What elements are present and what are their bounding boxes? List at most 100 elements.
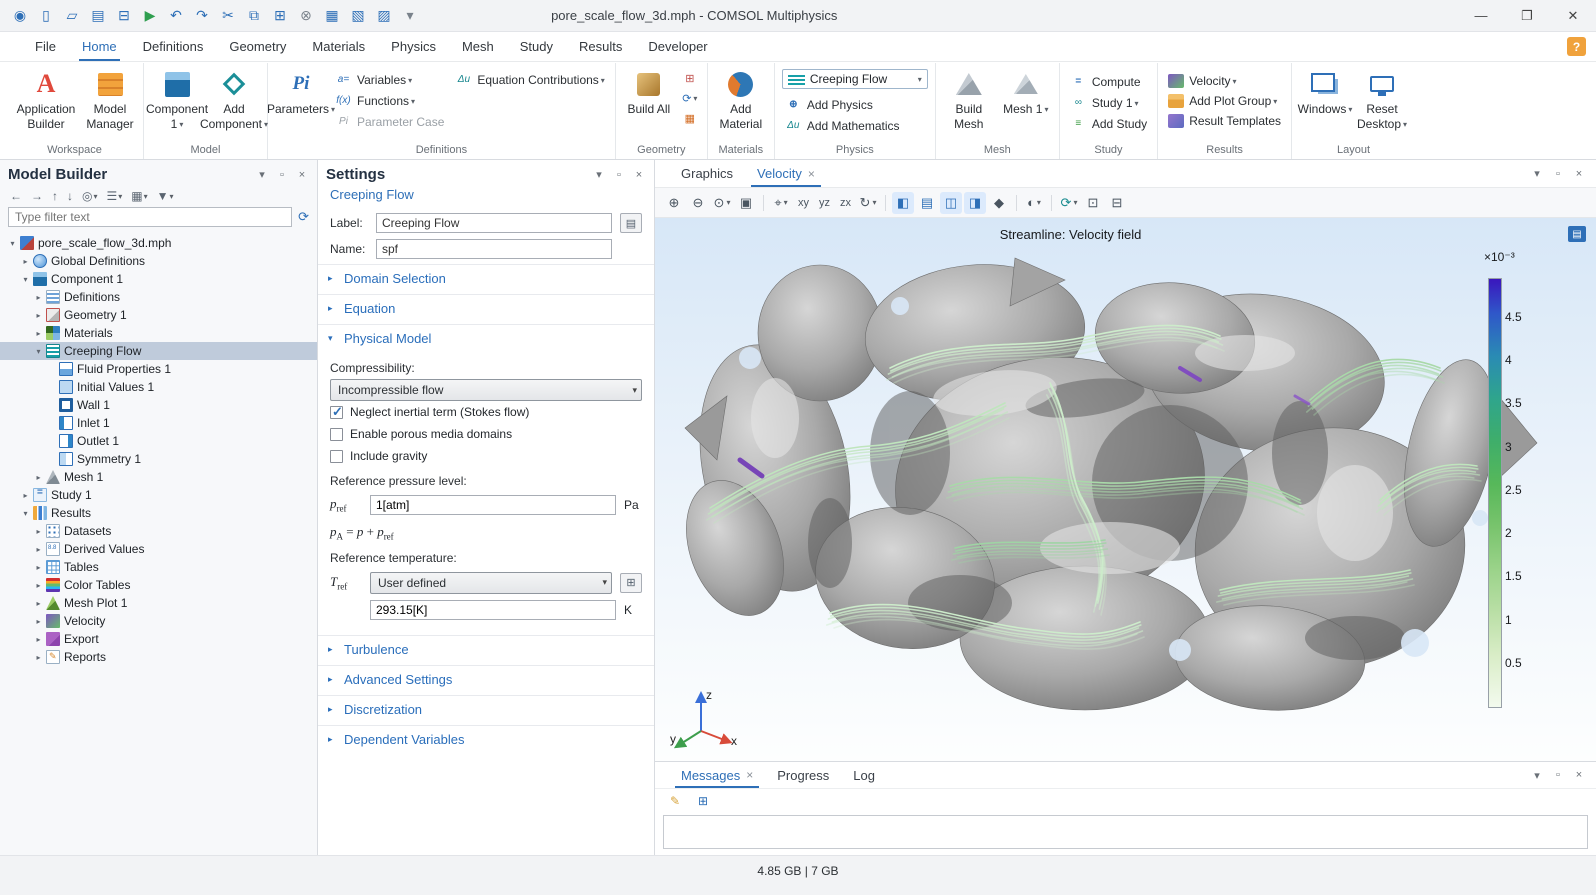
move-up-icon[interactable] — [52, 189, 58, 203]
plot-properties-icon[interactable]: ▤ — [1568, 226, 1586, 242]
tree-item-velocity[interactable]: ▸Velocity — [0, 612, 317, 630]
mesh1-button[interactable]: Mesh 1 — [1000, 65, 1052, 119]
back-icon[interactable] — [10, 189, 22, 203]
graphics-float-icon[interactable] — [1551, 167, 1565, 181]
show-icon[interactable]: ▾ — [82, 189, 98, 203]
component-button[interactable]: Component 1 — [151, 65, 203, 134]
tree-item-pore-scale-flow-3d-mph[interactable]: ▾pore_scale_flow_3d.mph — [0, 234, 317, 252]
tree-item-inlet-1[interactable]: Inlet 1 — [0, 414, 317, 432]
expand-arrow-icon[interactable]: ▸ — [32, 581, 45, 590]
study1-button[interactable]: Study 1 — [1067, 94, 1150, 111]
tree-item-mesh-plot-1[interactable]: ▸Mesh Plot 1 — [0, 594, 317, 612]
parameters-button[interactable]: Parameters — [275, 65, 327, 119]
settings-float-icon[interactable] — [612, 168, 626, 182]
delete-icon[interactable] — [294, 5, 318, 27]
edit-temperature-icon[interactable] — [620, 573, 642, 593]
tree-item-results[interactable]: ▾Results — [0, 504, 317, 522]
reset-desktop-button[interactable]: Reset Desktop — [1356, 65, 1408, 134]
run-icon[interactable] — [138, 5, 162, 27]
tab-log[interactable]: Log — [841, 762, 887, 788]
snapshot-icon[interactable] — [1082, 192, 1104, 214]
expand-arrow-icon[interactable]: ▸ — [32, 545, 45, 554]
view-zx-button[interactable]: zx — [836, 195, 855, 211]
menu-home[interactable]: Home — [69, 32, 130, 61]
default-view-icon[interactable] — [770, 192, 792, 214]
tree-item-geometry-1[interactable]: ▸Geometry 1 — [0, 306, 317, 324]
add-material-button[interactable]: Add Material — [715, 65, 767, 134]
update-plot-icon[interactable] — [1058, 192, 1080, 214]
go-to-view-icon[interactable] — [857, 192, 879, 214]
add-component-button[interactable]: Add Component — [208, 65, 260, 134]
environment-reflections-icon[interactable] — [940, 192, 962, 214]
filter-input[interactable] — [8, 207, 292, 227]
expand-arrow-icon[interactable]: ▸ — [32, 599, 45, 608]
collapse-arrow-icon[interactable]: ▾ — [32, 347, 45, 356]
table-avg-icon[interactable] — [372, 5, 396, 27]
tree-item-outlet-1[interactable]: Outlet 1 — [0, 432, 317, 450]
messages-float-icon[interactable] — [1551, 768, 1565, 782]
messages-close-icon[interactable] — [1572, 768, 1586, 782]
settings-close-icon[interactable] — [632, 168, 646, 182]
label-input[interactable] — [376, 213, 612, 233]
tree-item-mesh-1[interactable]: ▸Mesh 1 — [0, 468, 317, 486]
paste-icon[interactable] — [268, 5, 292, 27]
zoom-extents-icon[interactable] — [735, 192, 757, 214]
collapse-arrow-icon[interactable]: ▾ — [19, 275, 32, 284]
tree-item-study-1[interactable]: ▸Study 1 — [0, 486, 317, 504]
section-turbulence[interactable]: ▸ Turbulence — [318, 635, 654, 663]
minimize-button[interactable] — [1458, 0, 1504, 32]
panel-menu-icon[interactable] — [255, 168, 269, 182]
result-templates-button[interactable]: Result Templates — [1165, 113, 1284, 129]
ref-pressure-input[interactable] — [370, 495, 616, 515]
menu-study[interactable]: Study — [507, 32, 566, 61]
include-gravity-checkbox[interactable] — [330, 450, 343, 463]
add-mathematics-button[interactable]: Add Mathematics — [782, 117, 928, 134]
collapse-refresh-icon[interactable]: ⟳ — [298, 209, 309, 225]
velocity-plot-button[interactable]: Velocity — [1165, 73, 1284, 89]
section-advanced-settings[interactable]: ▸ Advanced Settings — [318, 665, 654, 693]
add-study-button[interactable]: Add Study — [1067, 115, 1150, 132]
tree-item-fluid-properties-1[interactable]: Fluid Properties 1 — [0, 360, 317, 378]
tree-item-derived-values[interactable]: ▸Derived Values — [0, 540, 317, 558]
compute-button[interactable]: Compute — [1067, 73, 1150, 90]
build-mesh-button[interactable]: Build Mesh — [943, 65, 995, 134]
delete-sequence-icon[interactable] — [680, 110, 700, 127]
undo-icon[interactable] — [164, 5, 188, 27]
zoom-box-icon[interactable] — [711, 192, 733, 214]
expand-arrow-icon[interactable]: ▸ — [32, 473, 45, 482]
zoom-in-icon[interactable] — [663, 192, 685, 214]
forward-icon[interactable] — [31, 189, 43, 203]
expand-arrow-icon[interactable]: ▸ — [32, 311, 45, 320]
ref-temperature-combo[interactable]: User defined ▾ — [370, 572, 612, 594]
include-gravity-row[interactable]: Include gravity — [330, 445, 642, 467]
porous-media-checkbox[interactable] — [330, 428, 343, 441]
view-yz-button[interactable]: yz — [815, 195, 834, 211]
menu-results[interactable]: Results — [566, 32, 635, 61]
ref-temperature-input[interactable] — [370, 600, 616, 620]
expand-arrow-icon[interactable]: ▸ — [32, 635, 45, 644]
save-icon[interactable] — [86, 5, 110, 27]
expand-arrow-icon[interactable]: ▸ — [32, 563, 45, 572]
variables-button[interactable]: Variables — [332, 71, 447, 88]
maximize-button[interactable] — [1504, 0, 1550, 32]
menu-mesh[interactable]: Mesh — [449, 32, 507, 61]
expand-arrow-icon[interactable]: ▸ — [32, 527, 45, 536]
tab-graphics[interactable]: Graphics — [669, 160, 745, 187]
open-model-manager-icon[interactable] — [112, 5, 136, 27]
expand-arrow-icon[interactable]: ▸ — [32, 617, 45, 626]
menu-physics[interactable]: Physics — [378, 32, 449, 61]
section-discretization[interactable]: ▸ Discretization — [318, 695, 654, 723]
table-min-icon[interactable] — [320, 5, 344, 27]
zoom-out-icon[interactable] — [687, 192, 709, 214]
print-icon[interactable] — [1106, 192, 1128, 214]
tree-item-materials[interactable]: ▸Materials — [0, 324, 317, 342]
copy-icon[interactable] — [242, 5, 266, 27]
physics-combo-arrow-icon[interactable] — [916, 72, 922, 86]
tree-item-global-definitions[interactable]: ▸Global Definitions — [0, 252, 317, 270]
menu-definitions[interactable]: Definitions — [130, 32, 217, 61]
copy-table-icon[interactable] — [693, 792, 713, 810]
tab-messages[interactable]: Messages — [669, 762, 765, 788]
expand-arrow-icon[interactable]: ▸ — [19, 491, 32, 500]
graphics-more-icon[interactable] — [1572, 167, 1586, 181]
tree-item-datasets[interactable]: ▸Datasets — [0, 522, 317, 540]
